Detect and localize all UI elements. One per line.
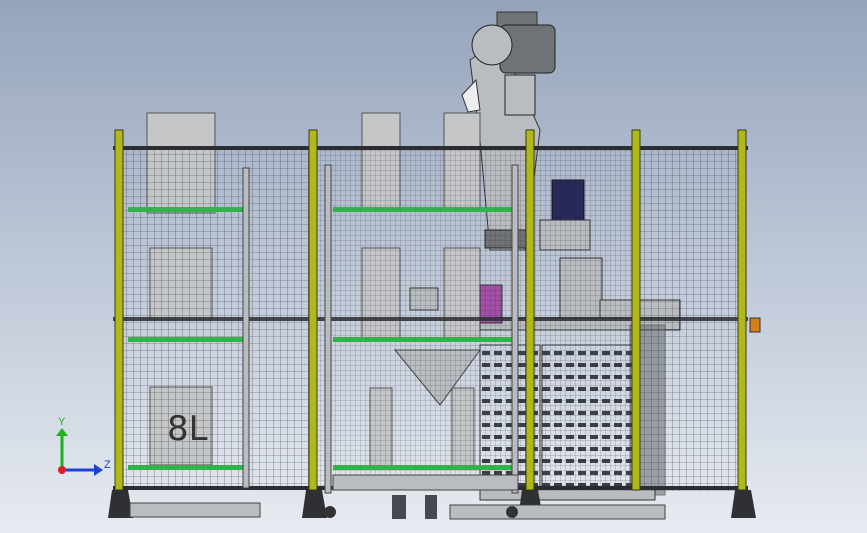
fence-post-2 (308, 129, 318, 491)
shelf-left-top (128, 207, 243, 212)
left-cart-frame-post (242, 167, 250, 489)
triad-z-label: Z (104, 459, 111, 471)
caster-1 (324, 506, 336, 518)
right-base (449, 504, 666, 520)
fence-post-3 (525, 129, 535, 491)
shelf-center-low (333, 465, 513, 470)
shelf-left-low (128, 465, 243, 470)
left-cart-base (129, 502, 261, 518)
fence-post-1 (114, 129, 124, 491)
triad-origin (58, 466, 66, 474)
triad-y-label: Y (58, 416, 66, 428)
caster-3 (392, 495, 406, 519)
cad-model-render: 8L (0, 0, 867, 533)
shelf-left-mid (128, 337, 243, 342)
shelf-center-mid (333, 337, 513, 342)
center-cart-frame-post-left (324, 164, 332, 494)
shelf-center-top (333, 207, 513, 212)
center-cart-base (332, 474, 519, 491)
caster-2 (506, 506, 518, 518)
fence-post-4 (631, 129, 641, 491)
caster-4 (425, 495, 437, 519)
robot-wrist-column (504, 74, 536, 116)
fence-post-5 (737, 129, 747, 491)
cad-viewport[interactable]: 8L (0, 0, 867, 533)
orange-sensor (749, 317, 761, 333)
center-cart-frame-post-right (511, 164, 519, 494)
robot-joint-disc (471, 24, 513, 66)
